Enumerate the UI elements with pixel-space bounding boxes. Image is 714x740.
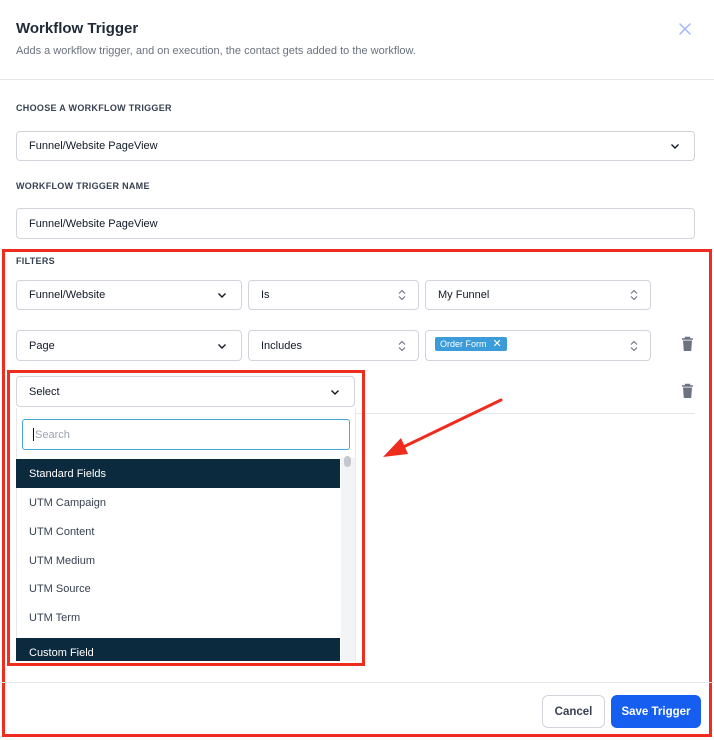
remove-tag-icon[interactable]: ✕	[493, 338, 502, 350]
tag-chip: Order Form ✕	[435, 337, 507, 351]
search-placeholder: Search	[35, 428, 70, 441]
delete-icon[interactable]	[681, 336, 694, 352]
option-utm-medium[interactable]: UTM Medium	[16, 546, 340, 575]
dropdown-scrollbar[interactable]	[341, 458, 355, 661]
sort-arrows-icon	[630, 289, 638, 301]
chevron-down-icon	[331, 389, 339, 395]
option-utm-source[interactable]: UTM Source	[16, 574, 340, 603]
modal-footer	[0, 682, 714, 740]
modal-header: Workflow Trigger Adds a workflow trigger…	[0, 0, 714, 80]
text-caret	[33, 428, 34, 441]
option-group-standard-fields: Standard Fields	[16, 459, 340, 488]
save-trigger-button[interactable]: Save Trigger	[611, 695, 701, 728]
filter-field-select[interactable]: Funnel/Website	[16, 280, 242, 310]
filter-field-value: Page	[29, 339, 55, 352]
modal-subtitle: Adds a workflow trigger, and on executio…	[16, 45, 416, 57]
delete-icon[interactable]	[681, 383, 694, 399]
option-utm-term[interactable]: UTM Term	[16, 603, 340, 632]
annotation-arrow-icon	[383, 398, 503, 457]
option-utm-campaign[interactable]: UTM Campaign	[16, 488, 340, 517]
new-filter-field-value: Select	[29, 385, 60, 398]
filter-field-value: Funnel/Website	[29, 289, 106, 301]
new-filter-field-select[interactable]: Select	[16, 376, 355, 407]
trigger-name-input[interactable]: Funnel/Website PageView	[16, 208, 695, 239]
sort-arrows-icon	[398, 289, 406, 301]
chevron-down-icon	[671, 144, 679, 149]
trigger-name-label: WORKFLOW TRIGGER NAME	[16, 181, 150, 191]
sort-arrows-icon	[398, 340, 406, 351]
modal-title: Workflow Trigger	[16, 20, 139, 37]
filter-operator-select[interactable]: Includes	[248, 330, 419, 361]
chevron-down-icon	[218, 343, 226, 349]
filter-field-select[interactable]: Page	[16, 330, 242, 361]
chevron-down-icon	[218, 293, 226, 298]
close-icon[interactable]	[676, 20, 694, 38]
trigger-name-value: Funnel/Website PageView	[29, 217, 158, 230]
filter-value-text: My Funnel	[438, 289, 490, 301]
tag-label: Order Form	[440, 339, 487, 349]
dropdown-search-input[interactable]: Search	[22, 419, 350, 450]
scrollbar-thumb[interactable]	[344, 456, 351, 467]
choose-trigger-label: CHOOSE A WORKFLOW TRIGGER	[16, 103, 172, 113]
filter-operator-value: Is	[261, 289, 270, 301]
filter-operator-select[interactable]: Is	[248, 280, 419, 310]
trigger-type-select[interactable]: Funnel/Website PageView	[16, 131, 695, 161]
filter-value-multiselect[interactable]: Order Form ✕	[425, 330, 651, 361]
filters-label: FILTERS	[16, 256, 55, 266]
filter-operator-value: Includes	[261, 339, 302, 352]
sort-arrows-icon	[630, 340, 638, 351]
cancel-button[interactable]: Cancel	[542, 695, 605, 728]
filter-value-select[interactable]: My Funnel	[425, 280, 651, 310]
option-group-custom-field: Custom Field	[16, 638, 340, 661]
option-utm-content[interactable]: UTM Content	[16, 517, 340, 546]
trigger-type-value: Funnel/Website PageView	[29, 140, 158, 152]
